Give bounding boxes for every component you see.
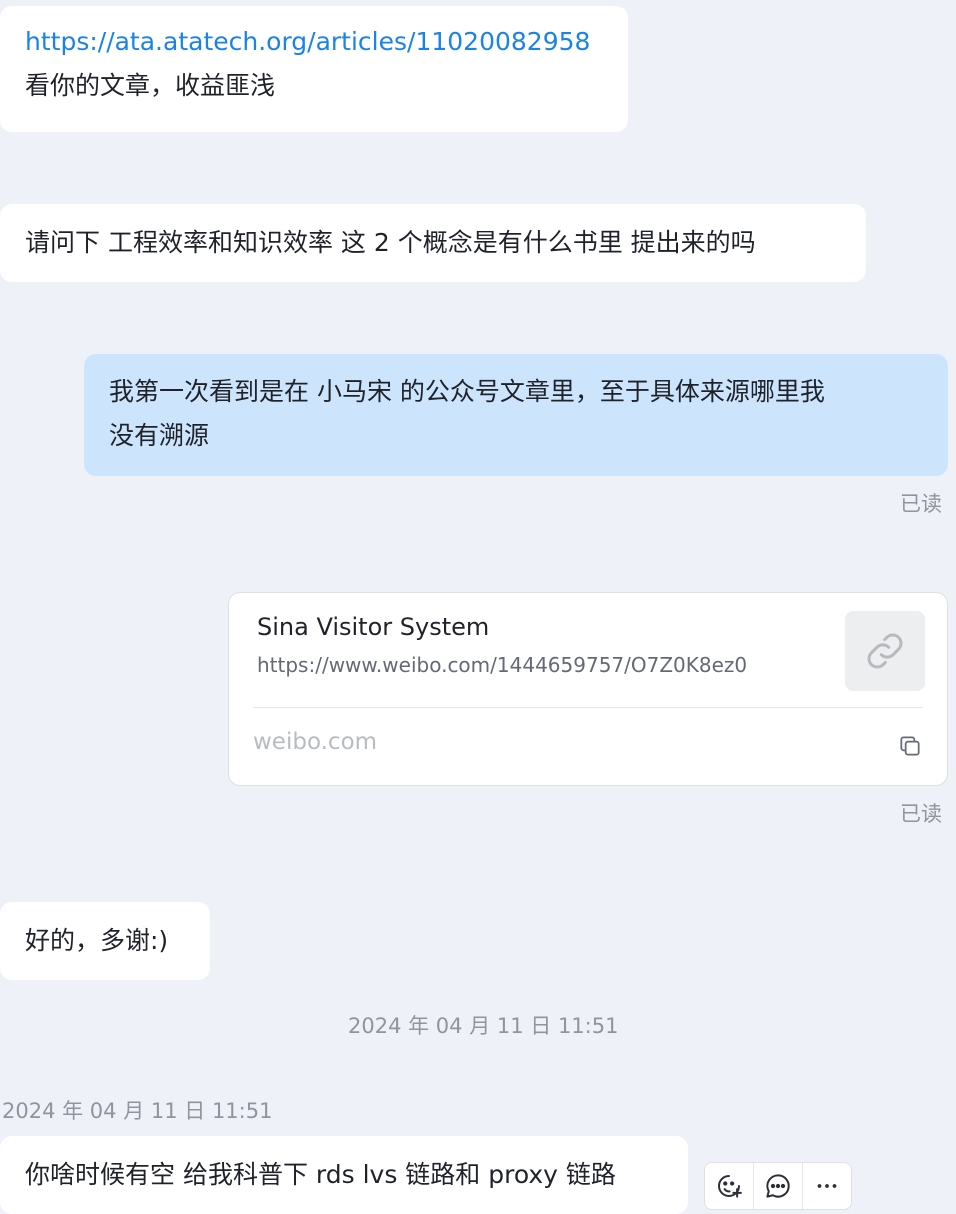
message-text: 好的，多谢:)	[25, 926, 169, 955]
reply-button[interactable]	[754, 1163, 803, 1209]
message-bubble-question[interactable]: 请问下 工程效率和知识效率 这 2 个概念是有什么书里 提出来的吗	[0, 204, 866, 282]
card-title: Sina Visitor System	[257, 613, 490, 641]
message-text-line-1: 我第一次看到是在 小马宋 的公众号文章里，至于具体来源哪里我	[109, 377, 825, 406]
message-text: 看你的文章，收益匪浅	[25, 71, 276, 100]
card-thumbnail	[845, 611, 925, 691]
time-divider: 2024 年 04 月 11 日 11:51	[348, 1014, 619, 1038]
read-status: 已读	[900, 492, 942, 516]
add-reaction-icon	[718, 1175, 742, 1198]
message-bubble-request[interactable]: 你啥时候有空 给我科普下 rds lvs 链路和 proxy 链路	[0, 1136, 688, 1214]
read-status: 已读	[900, 802, 942, 826]
more-button[interactable]	[803, 1163, 851, 1209]
message-sender-time: 2024 年 04 月 11 日 11:51	[2, 1099, 273, 1123]
card-url[interactable]: https://www.weibo.com/1444659757/O7Z0K8e…	[257, 653, 747, 677]
message-bubble-reply[interactable]: 我第一次看到是在 小马宋 的公众号文章里，至于具体来源哪里我 没有溯源	[84, 354, 948, 476]
copy-link-button[interactable]	[897, 733, 923, 759]
reply-icon	[766, 1174, 790, 1198]
more-icon	[817, 1184, 837, 1188]
message-text: 你啥时候有空 给我科普下 rds lvs 链路和 proxy 链路	[25, 1160, 616, 1189]
copy-icon	[900, 736, 920, 756]
add-reaction-button[interactable]	[705, 1163, 754, 1209]
message-bubble-thanks[interactable]: 好的，多谢:)	[0, 902, 210, 980]
card-domain: weibo.com	[253, 729, 378, 755]
message-action-bar	[704, 1162, 852, 1210]
card-divider	[253, 707, 923, 708]
link-preview-card[interactable]: Sina Visitor System https://www.weibo.co…	[228, 592, 948, 786]
message-text-line-2: 没有溯源	[109, 421, 210, 450]
article-link[interactable]: https://ata.atatech.org/articles/1102008…	[25, 20, 628, 64]
message-text: 请问下 工程效率和知识效率 这 2 个概念是有什么书里 提出来的吗	[25, 228, 756, 257]
message-bubble-link-article[interactable]: https://ata.atatech.org/articles/1102008…	[0, 6, 628, 132]
link-icon	[867, 633, 903, 669]
